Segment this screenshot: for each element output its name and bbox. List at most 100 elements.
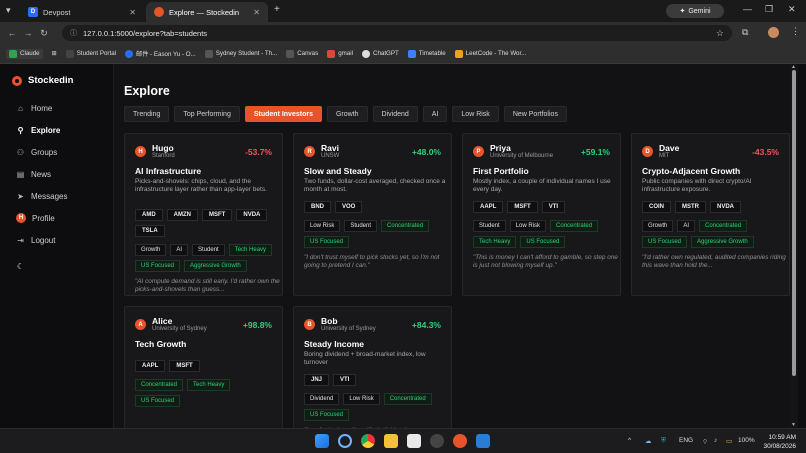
tab-growth[interactable]: Growth	[326, 106, 368, 122]
tag-chip[interactable]: US Focused	[520, 236, 566, 248]
search-icon[interactable]	[338, 434, 352, 448]
ticker-chip[interactable]: TSLA	[135, 225, 165, 237]
bookmark-sydney-student[interactable]: Sydney Student - Th...	[204, 49, 277, 58]
portfolio-card[interactable]: D Dave MIT -43.5% Crypto-Adjacent Growth Publ…	[631, 133, 790, 296]
bookmark-timetable[interactable]: Timetable	[407, 49, 446, 58]
user-name[interactable]: Ravi	[321, 143, 339, 153]
user-avatar[interactable]: A	[135, 319, 146, 330]
ticker-chip[interactable]: MSFT	[507, 201, 538, 213]
ticker-chip[interactable]: MSFT	[202, 209, 233, 221]
tag-chip[interactable]: US Focused	[642, 236, 688, 248]
bookmark-canvas[interactable]: Canvas	[286, 49, 318, 58]
tab-student-investors[interactable]: Student Investors	[244, 106, 322, 122]
minimize-icon[interactable]: —	[743, 4, 752, 14]
app-icon[interactable]	[453, 434, 467, 448]
portfolio-card[interactable]: A Alice University of Sydney +98.8% Tech Gro…	[124, 306, 283, 436]
cloud-icon[interactable]: ☁	[645, 437, 652, 445]
user-name[interactable]: Bob	[321, 316, 338, 326]
tag-chip[interactable]: Tech Heavy	[187, 379, 231, 391]
sidebar-item-messages[interactable]: ➤ Messages	[16, 192, 67, 201]
tag-chip[interactable]: Low Risk	[509, 220, 547, 232]
close-icon[interactable]: ✕	[253, 8, 260, 17]
bookmark-claude[interactable]: Claude	[6, 48, 43, 59]
ticker-chip[interactable]: COIN	[642, 201, 671, 213]
portfolio-card[interactable]: P Priya University of Melbourne +59.1% First…	[462, 133, 621, 296]
tab-new-portfolios[interactable]: New Portfolios	[503, 106, 567, 122]
bookmark-student-portal[interactable]: Student Portal	[65, 49, 116, 58]
reload-icon[interactable]: ↻	[36, 28, 52, 39]
sidebar-item-news[interactable]: ▤ News	[16, 170, 51, 179]
portfolio-title[interactable]: Tech Growth	[135, 339, 186, 349]
bookmark-star-icon[interactable]: ☆	[716, 28, 724, 39]
portfolio-card[interactable]: B Bob University of Sydney +84.3% Steady Inc…	[293, 306, 452, 436]
tag-chip[interactable]: Growth	[135, 244, 167, 256]
user-name[interactable]: Hugo	[152, 143, 174, 153]
chrome-icon[interactable]	[361, 434, 375, 448]
tag-chip[interactable]: Aggressive Growth	[184, 260, 247, 272]
portfolio-card[interactable]: H Hugo Stanford -53.7% AI Infrastructure Pick…	[124, 133, 283, 296]
tag-chip[interactable]: Concentrated	[699, 220, 748, 232]
ticker-chip[interactable]: VTI	[333, 374, 357, 386]
tag-chip[interactable]: US Focused	[304, 409, 350, 421]
user-avatar[interactable]: H	[135, 146, 146, 157]
github-icon[interactable]	[430, 434, 444, 448]
tag-chip[interactable]: Student	[344, 220, 378, 232]
tab-dividend[interactable]: Dividend	[372, 106, 418, 122]
tag-chip[interactable]: Concentrated	[383, 393, 432, 405]
ticker-chip[interactable]: BND	[304, 201, 331, 213]
sidebar-item-explore[interactable]: ⚲ Explore	[16, 126, 61, 135]
portfolio-title[interactable]: Crypto-Adjacent Growth	[642, 166, 740, 176]
sidebar-item-home[interactable]: ⌂ Home	[16, 104, 52, 113]
ticker-chip[interactable]: VTI	[541, 201, 566, 213]
tag-chip[interactable]: Student	[192, 244, 225, 256]
bookmark-gmail[interactable]: gmail	[327, 49, 353, 58]
ticker-chip[interactable]: MSFT	[169, 360, 200, 372]
portfolio-card[interactable]: R Ravi UNSW +48.0% Slow and Steady Two funds,…	[293, 133, 452, 296]
user-avatar[interactable]: P	[473, 146, 484, 157]
sidebar-item-groups[interactable]: ⚇ Groups	[16, 148, 57, 157]
tag-chip[interactable]: Low Risk	[304, 220, 341, 232]
tab-search-icon[interactable]: ▾	[6, 5, 11, 16]
tag-chip[interactable]: US Focused	[304, 236, 350, 248]
tab-low-risk[interactable]: Low Risk	[452, 106, 499, 122]
portfolio-title[interactable]: AI Infrastructure	[135, 166, 201, 176]
menu-icon[interactable]: ⋮	[791, 26, 800, 37]
portfolio-title[interactable]: First Portfolio	[473, 166, 529, 176]
back-icon[interactable]: ←	[4, 28, 20, 38]
tag-chip[interactable]: Low Risk	[343, 393, 380, 405]
language-indicator[interactable]: ENG	[679, 437, 693, 444]
user-name[interactable]: Alice	[152, 316, 172, 326]
close-window-icon[interactable]: ✕	[788, 4, 796, 15]
gemini-button[interactable]: ✦ Gemini	[666, 4, 724, 18]
ticker-chip[interactable]: JNJ	[304, 374, 330, 386]
ticker-chip[interactable]: MSTR	[675, 201, 706, 213]
user-avatar[interactable]: R	[304, 146, 315, 157]
tab-ai[interactable]: AI	[422, 106, 448, 122]
user-avatar[interactable]: D	[642, 146, 653, 157]
tag-chip[interactable]: Concentrated	[381, 220, 430, 232]
tag-chip[interactable]: Tech Heavy	[473, 236, 517, 248]
tag-chip[interactable]: Tech Heavy	[228, 244, 273, 256]
file-explorer-icon[interactable]	[384, 434, 398, 448]
tag-chip[interactable]: Growth	[642, 220, 674, 232]
scrollbar[interactable]: ▲ ▼	[790, 64, 798, 428]
profile-avatar[interactable]	[768, 27, 779, 38]
user-avatar[interactable]: B	[304, 319, 315, 330]
ticker-chip[interactable]: AAPL	[473, 201, 504, 213]
tag-chip[interactable]: AI	[170, 244, 189, 256]
battery-icon[interactable]: ▭	[726, 437, 732, 445]
tag-chip[interactable]: Concentrated	[135, 379, 184, 391]
vscode-icon[interactable]	[476, 434, 490, 448]
url-bar[interactable]: ⓘ 127.0.0.1:5000/explore?tab=students ☆	[62, 25, 732, 41]
clock[interactable]: 10:59 AM 30/08/2026	[763, 433, 796, 451]
bookmark-chatgpt[interactable]: ChatGPT	[361, 49, 399, 58]
shield-icon[interactable]: ⛨	[661, 437, 666, 445]
store-icon[interactable]	[407, 434, 421, 448]
wifi-icon[interactable]: ⌔	[702, 437, 708, 446]
scrollbar-thumb[interactable]	[792, 70, 796, 376]
extensions-icon[interactable]: ⧉	[742, 27, 748, 38]
ticker-chip[interactable]: NVDA	[710, 201, 742, 213]
portfolio-title[interactable]: Slow and Steady	[304, 166, 372, 176]
tag-chip[interactable]: Student	[473, 220, 506, 232]
tab-devpost[interactable]: D Devpost ✕	[20, 2, 144, 22]
